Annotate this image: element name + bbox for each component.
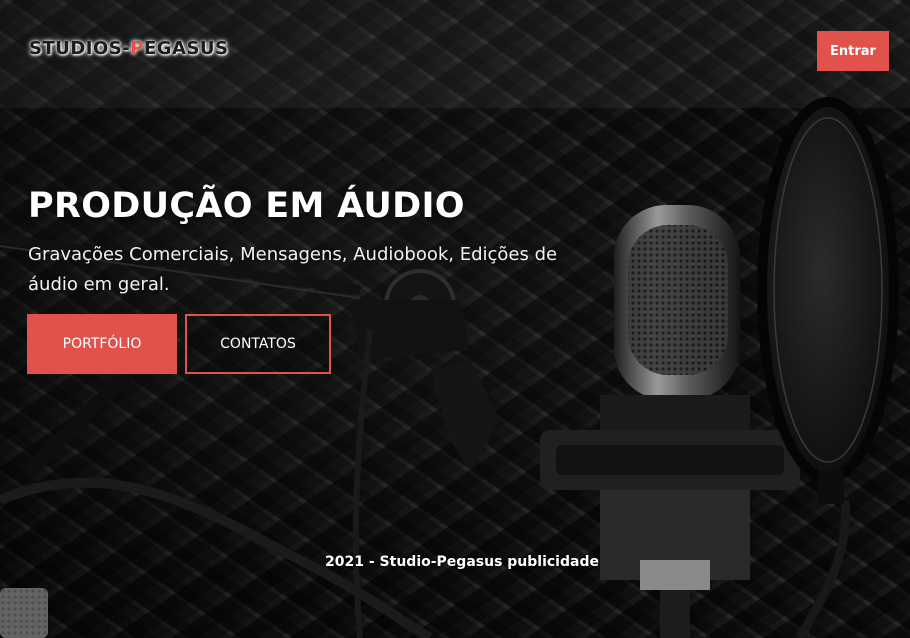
login-button[interactable]: Entrar [817, 31, 889, 71]
logo-text-part1: STUDIOS- [29, 38, 131, 59]
logo-text-part2: EGASUS [143, 38, 229, 59]
site-logo[interactable]: STUDIOS-PEGASUS [29, 38, 228, 59]
hero-subtitle: Gravações Comerciais, Mensagens, Audiobo… [28, 244, 558, 295]
logo-accent-letter: P [130, 38, 144, 59]
footer-copyright: 2021 - Studio-Pegasus publicidade [325, 554, 599, 570]
hero-title: PRODUÇÃO EM ÁUDIO [28, 186, 465, 226]
portfolio-button[interactable]: PORTFÓLIO [27, 314, 177, 374]
contacts-button[interactable]: CONTATOS [185, 314, 331, 374]
